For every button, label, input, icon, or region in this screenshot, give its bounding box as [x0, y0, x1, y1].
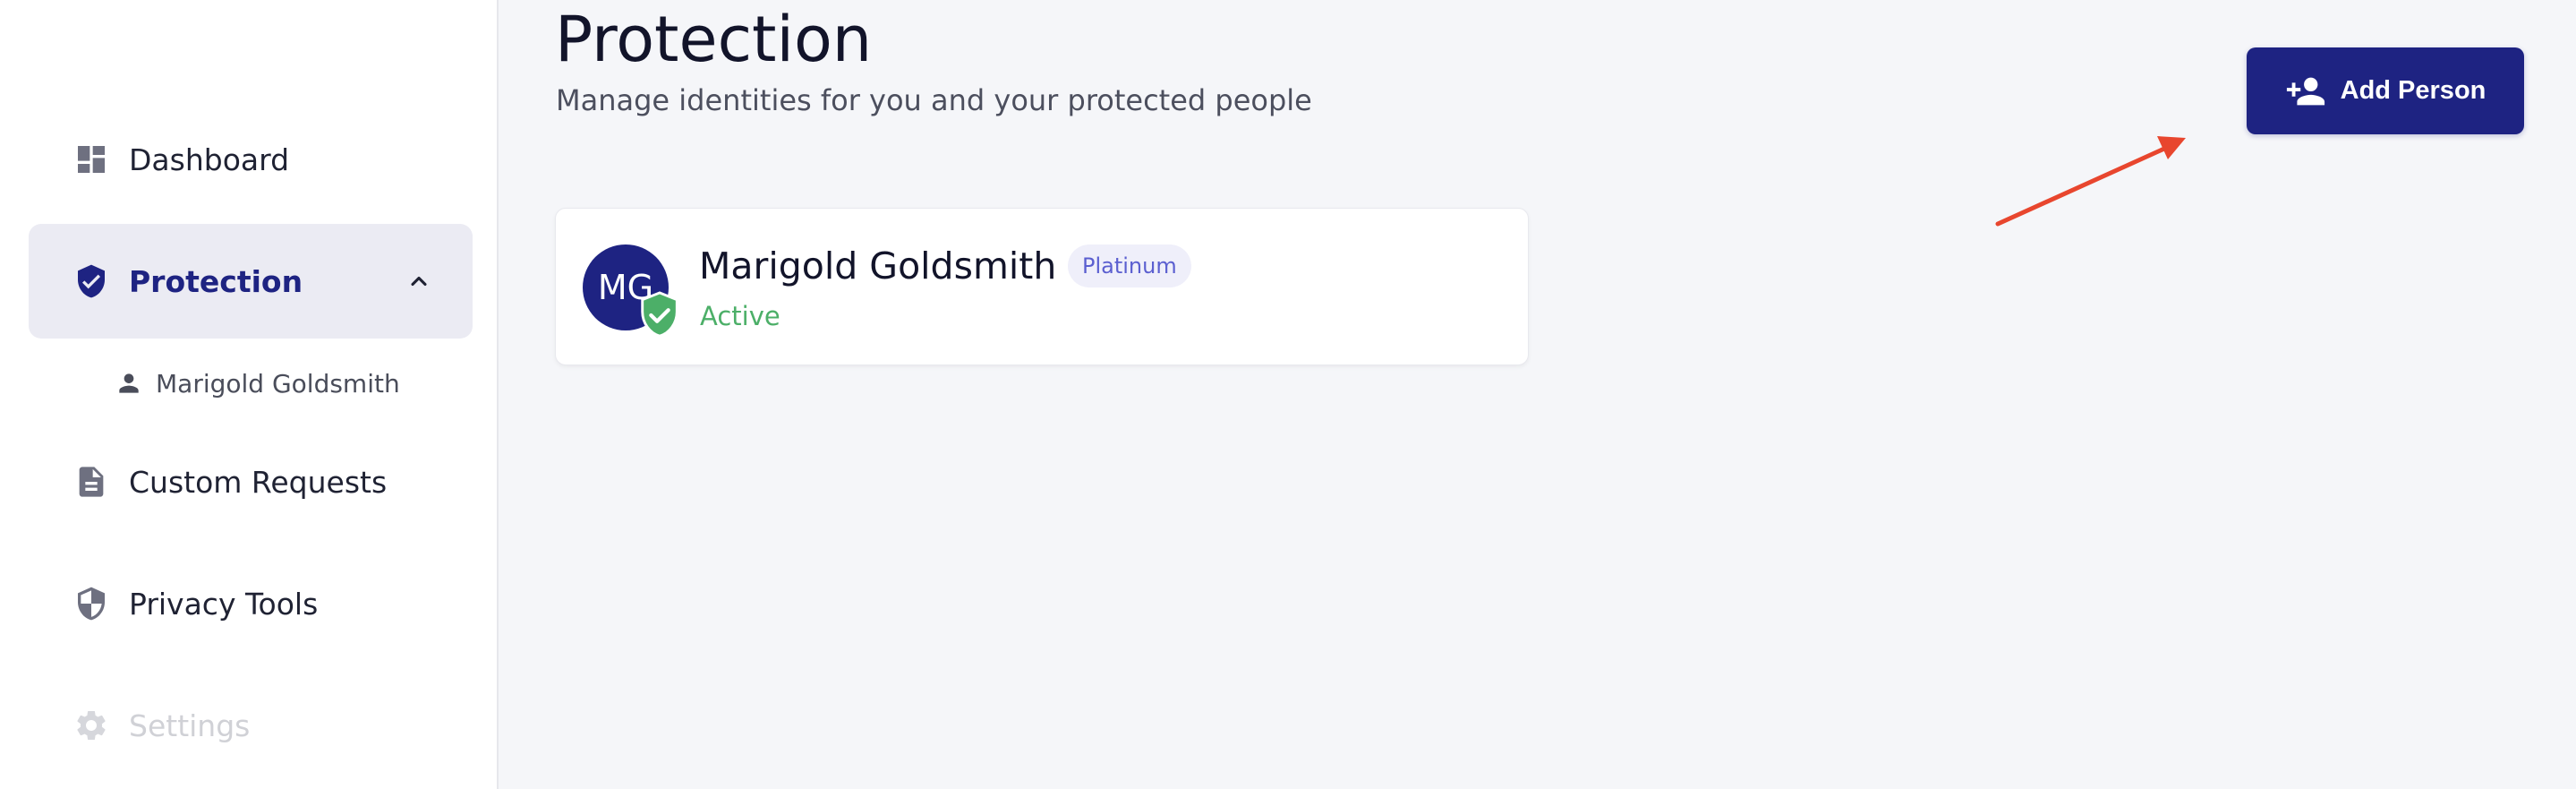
- sidebar-item-label: Settings: [129, 708, 251, 743]
- shield-check-icon: [73, 263, 109, 299]
- add-person-button[interactable]: Add Person: [2247, 47, 2524, 134]
- status-text: Active: [700, 301, 780, 331]
- sidebar-item-label: Protection: [129, 263, 303, 299]
- sidebar-item-privacy-tools[interactable]: Privacy Tools: [29, 546, 473, 661]
- page-subtitle: Manage identities for you and your prote…: [556, 83, 1312, 117]
- sidebar: Dashboard Protection Marigold Goldsmith …: [0, 0, 499, 789]
- sidebar-item-label: Dashboard: [129, 142, 290, 177]
- person-add-icon: [2286, 77, 2324, 105]
- sidebar-subitem-person[interactable]: Marigold Goldsmith: [115, 360, 400, 407]
- sidebar-item-dashboard[interactable]: Dashboard: [29, 102, 473, 217]
- document-icon: [73, 464, 109, 500]
- sidebar-item-label: Custom Requests: [129, 464, 388, 500]
- gear-icon: [73, 708, 109, 743]
- tier-badge: Platinum: [1068, 244, 1191, 287]
- page-title: Protection: [555, 3, 873, 76]
- sidebar-item-protection[interactable]: Protection: [29, 224, 473, 339]
- person-card[interactable]: MG Marigold Goldsmith Platinum Active: [555, 208, 1529, 365]
- chevron-up-icon[interactable]: [406, 269, 431, 294]
- add-person-label: Add Person: [2340, 76, 2486, 105]
- verified-shield-icon: [641, 291, 678, 338]
- dashboard-icon: [73, 142, 109, 177]
- sidebar-subitem-label: Marigold Goldsmith: [156, 368, 400, 399]
- sidebar-item-settings[interactable]: Settings: [29, 668, 473, 783]
- half-shield-icon: [73, 586, 109, 622]
- sidebar-item-custom-requests[interactable]: Custom Requests: [29, 425, 473, 539]
- person-name: Marigold Goldsmith: [699, 244, 1057, 287]
- sidebar-item-label: Privacy Tools: [129, 586, 319, 622]
- person-icon: [119, 373, 139, 393]
